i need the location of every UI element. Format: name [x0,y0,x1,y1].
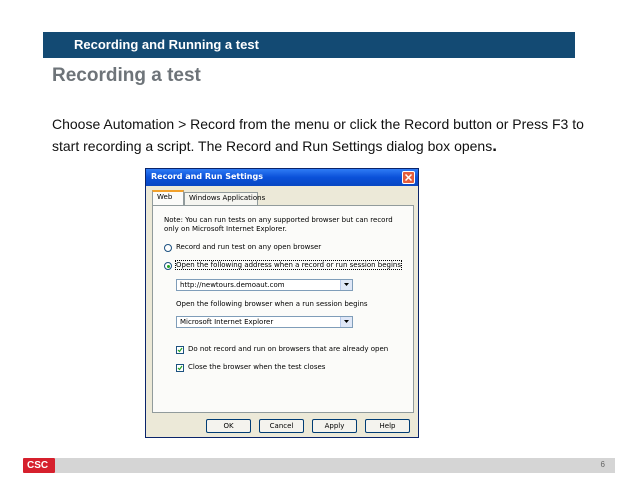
record-run-settings-dialog: Record and Run Settings Windows Applicat… [145,168,419,438]
body-text-main: Choose Automation > Record from the menu… [52,116,584,154]
tab-windows-applications[interactable]: Windows Applications [184,192,265,205]
help-button[interactable]: Help [365,419,410,433]
ok-button[interactable]: OK [206,419,251,433]
csc-logo: CSC [23,458,55,473]
browser-dropdown-button[interactable] [340,317,352,327]
cancel-button[interactable]: Cancel [259,419,304,433]
chevron-down-icon [344,283,349,286]
dialog-title: Record and Run Settings [151,172,263,181]
browser-note: Note: You can run tests on any supported… [164,216,393,233]
browser-select-label: Open the following browser when a run se… [176,300,368,308]
logo-text: CSC [27,460,49,471]
tab-web[interactable]: Web [152,190,184,206]
close-icon [405,174,412,181]
web-settings-panel: Note: You can run tests on any supported… [152,205,414,413]
section-header-banner: Recording and Running a test [43,32,575,58]
apply-button[interactable]: Apply [312,419,357,433]
address-value: http://newtours.demoaut.com [180,281,285,289]
checkbox-close-browser-label[interactable]: Close the browser when the test closes [188,363,325,371]
section-header-text: Recording and Running a test [74,37,259,52]
address-combobox[interactable]: http://newtours.demoaut.com [176,279,353,291]
checkbox-do-not-record[interactable] [176,346,184,354]
checkbox-do-not-record-label[interactable]: Do not record and run on browsers that a… [188,345,388,353]
radio-open-address-label[interactable]: Open the following address when a record… [174,260,403,270]
slide-body-text: Choose Automation > Record from the menu… [52,114,592,157]
close-button[interactable] [402,171,415,184]
slide-title: Recording a test [52,65,201,86]
body-text-period: . [492,136,497,155]
browser-combobox[interactable]: Microsoft Internet Explorer [176,316,353,328]
checkmark-icon [177,347,183,353]
radio-any-browser[interactable] [164,244,172,252]
checkbox-close-browser[interactable] [176,364,184,372]
address-dropdown-button[interactable] [340,280,352,290]
chevron-down-icon [344,320,349,323]
radio-any-browser-label[interactable]: Record and run test on any open browser [176,243,321,251]
dialog-titlebar[interactable]: Record and Run Settings [146,169,418,186]
radio-open-address[interactable] [164,262,172,270]
footer-bar: 6 [55,458,615,473]
browser-value: Microsoft Internet Explorer [180,318,274,326]
page-number: 6 [600,460,605,469]
checkmark-icon [177,365,183,371]
